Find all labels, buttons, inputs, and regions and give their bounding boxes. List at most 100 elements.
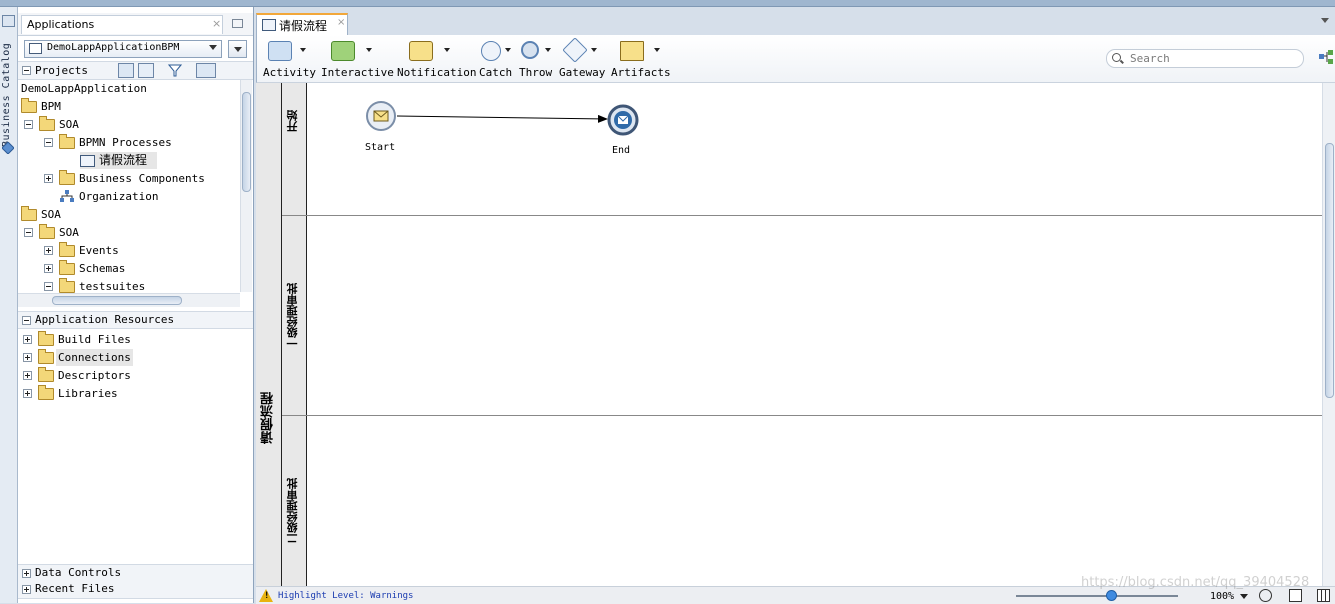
folder-icon xyxy=(59,170,75,185)
process-canvas[interactable]: 请假流程 开始 一级经理审批 二级经理审批 Start End xyxy=(256,83,1322,586)
chevron-down-icon[interactable] xyxy=(444,48,450,52)
editor-tab-title: 请假流程 xyxy=(279,19,328,33)
filter-icon[interactable] xyxy=(168,64,182,77)
start-event[interactable] xyxy=(365,100,397,132)
expand-icon[interactable] xyxy=(23,371,32,380)
gateway-icon xyxy=(562,37,588,63)
expand-icon[interactable] xyxy=(23,353,32,362)
grid-view-icon[interactable] xyxy=(1317,589,1330,602)
catch-tool[interactable]: Catch xyxy=(479,39,515,79)
applications-tab[interactable]: Applications × xyxy=(21,15,223,34)
tree-item-process-selected[interactable]: 请假流程 xyxy=(80,152,157,169)
chevron-down-icon[interactable] xyxy=(366,48,372,52)
close-icon[interactable]: × xyxy=(337,17,345,28)
interactive-tool[interactable]: Interactive xyxy=(321,39,394,79)
artifacts-tool[interactable]: Artifacts xyxy=(611,39,671,79)
notification-tool[interactable]: Notification xyxy=(397,39,476,79)
business-catalog-strip[interactable]: Business Catalog xyxy=(0,7,18,603)
applications-close-icon[interactable]: × xyxy=(212,17,221,30)
folder-icon xyxy=(39,224,55,239)
flow-layer xyxy=(396,114,608,123)
chevron-down-icon[interactable] xyxy=(1240,594,1248,599)
notification-icon xyxy=(409,41,433,61)
collapse-icon[interactable] xyxy=(24,228,33,237)
minimize-icon[interactable] xyxy=(232,19,243,28)
application-selector-value: DemoLappApplicationBPM xyxy=(47,42,180,53)
application-icon xyxy=(29,43,42,54)
pool-title: 请假流程 xyxy=(261,392,276,444)
scrollbar-thumb[interactable] xyxy=(242,92,251,192)
collapse-icon[interactable] xyxy=(44,138,53,147)
end-event-label: End xyxy=(612,145,631,156)
catalog-window-icon[interactable] xyxy=(2,15,15,27)
application-resources-header[interactable]: Application Resources xyxy=(18,311,253,329)
expand-icon[interactable] xyxy=(44,264,53,273)
zoom-fit-icon[interactable] xyxy=(1259,589,1272,602)
scrollbar-thumb[interactable] xyxy=(1325,143,1334,398)
zoom-find-icon[interactable] xyxy=(118,63,134,78)
chevron-down-icon[interactable] xyxy=(545,48,551,52)
business-catalog-label[interactable]: Business Catalog xyxy=(1,37,16,147)
expand-icon[interactable] xyxy=(44,246,53,255)
expand-icon[interactable] xyxy=(44,174,53,183)
zoom-slider-thumb[interactable] xyxy=(1106,590,1117,601)
flow-options-icon[interactable] xyxy=(1319,50,1333,64)
folder-icon xyxy=(38,367,54,382)
projects-section-header[interactable]: Projects xyxy=(18,61,253,80)
recent-files-header[interactable]: Recent Files xyxy=(18,581,253,599)
folder-icon xyxy=(38,385,54,400)
expand-icon[interactable] xyxy=(22,585,31,594)
sequence-flow[interactable] xyxy=(396,114,608,123)
artifacts-icon xyxy=(620,41,644,61)
tree-vertical-scrollbar[interactable] xyxy=(240,80,252,292)
activity-tool[interactable]: Activity xyxy=(263,39,317,79)
tree-horizontal-scrollbar[interactable] xyxy=(18,293,240,307)
collapse-icon[interactable] xyxy=(22,66,31,75)
expand-icon[interactable] xyxy=(22,569,31,578)
scrollbar-thumb[interactable] xyxy=(52,296,182,305)
watermark: https://blog.csdn.net/qq_39404528 xyxy=(1081,575,1310,590)
activity-icon xyxy=(268,41,292,61)
folder-icon xyxy=(21,206,37,221)
search-icon xyxy=(1112,53,1121,62)
single-view-icon[interactable] xyxy=(1289,589,1302,602)
lane-divider xyxy=(282,215,1322,216)
lane-header-level2[interactable]: 二级经理审批 xyxy=(282,416,307,586)
bpmn-folder-icon xyxy=(59,134,75,149)
applications-header: Applications × xyxy=(18,13,253,36)
search-input[interactable]: Search xyxy=(1106,49,1304,68)
chevron-down-icon[interactable] xyxy=(300,48,306,52)
end-event[interactable] xyxy=(607,104,639,136)
highlight-level-link[interactable]: Highlight Level: Warnings xyxy=(278,591,413,601)
refresh-icon[interactable] xyxy=(138,63,154,78)
chevron-down-icon[interactable] xyxy=(505,48,511,52)
folder-icon xyxy=(59,260,75,275)
folder-icon xyxy=(38,349,54,364)
process-icon xyxy=(80,155,95,167)
bpmn-toolbar: Activity Interactive Notification Catch … xyxy=(256,35,1335,83)
collapse-icon[interactable] xyxy=(22,316,31,325)
data-controls-header[interactable]: Data Controls xyxy=(18,564,253,582)
canvas-vertical-scrollbar[interactable] xyxy=(1322,83,1335,586)
chevron-down-icon xyxy=(209,45,217,50)
application-menu-button[interactable] xyxy=(228,40,247,58)
catalog-diamond-icon[interactable] xyxy=(2,142,14,154)
chevron-down-icon[interactable] xyxy=(654,48,660,52)
collapse-icon[interactable] xyxy=(44,282,53,291)
chevron-down-icon[interactable] xyxy=(591,48,597,52)
zoom-slider[interactable] xyxy=(1016,595,1178,597)
gateway-tool[interactable]: Gateway xyxy=(559,37,605,79)
projects-label: Projects xyxy=(35,64,88,77)
collapse-icon[interactable] xyxy=(24,120,33,129)
throw-tool[interactable]: Throw xyxy=(519,39,555,79)
zoom-level: 100% xyxy=(1210,591,1235,602)
folder-icon xyxy=(21,98,37,113)
organization-icon xyxy=(60,190,74,202)
expand-icon[interactable] xyxy=(23,389,32,398)
layout-options-icon[interactable] xyxy=(196,63,216,78)
lane-header-level1[interactable]: 一级经理审批 xyxy=(282,216,307,415)
application-selector[interactable]: DemoLappApplicationBPM xyxy=(24,40,222,58)
editor-list-dropdown-icon[interactable] xyxy=(1321,18,1329,23)
expand-icon[interactable] xyxy=(23,335,32,344)
editor-tab-process[interactable]: 请假流程 × xyxy=(256,13,348,35)
